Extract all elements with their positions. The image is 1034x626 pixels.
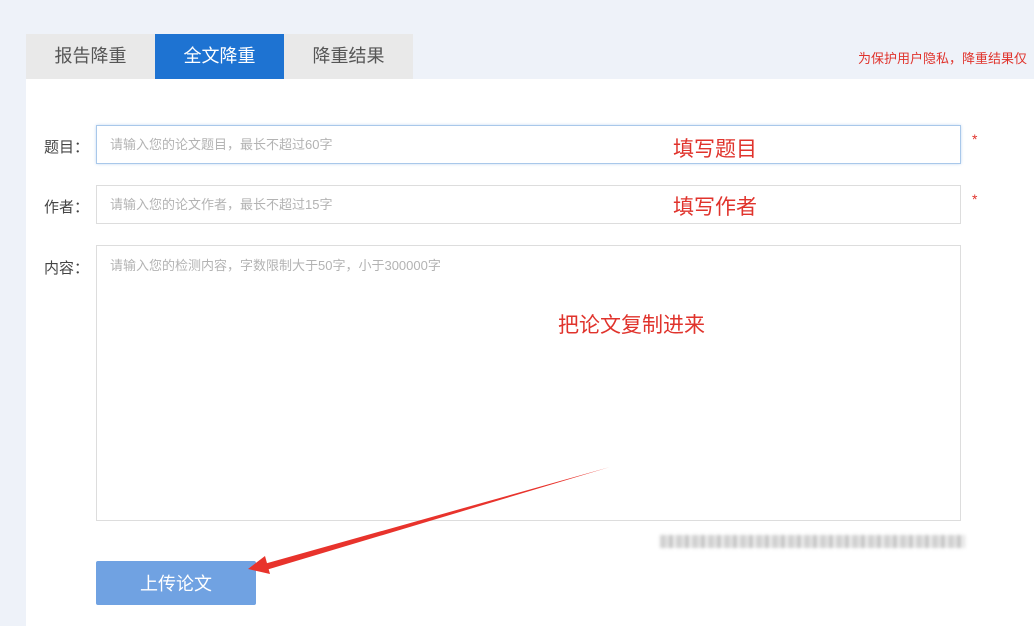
- form-panel: 题目： * 作者： * 内容： 上传论文: [26, 79, 1034, 626]
- privacy-note: 为保护用户隐私，降重结果仅: [858, 51, 1028, 66]
- tab-bar: 报告降重 全文降重 降重结果: [26, 34, 413, 79]
- title-required-mark: *: [972, 131, 978, 147]
- tab-dedup-results[interactable]: 降重结果: [284, 34, 413, 79]
- tab-fulltext-dedup[interactable]: 全文降重: [155, 34, 284, 79]
- title-input[interactable]: [96, 125, 961, 164]
- content-textarea[interactable]: [96, 245, 961, 521]
- blurred-word-count: [660, 535, 965, 548]
- content-label: 内容：: [44, 260, 90, 277]
- title-label: 题目：: [44, 139, 90, 156]
- author-label: 作者：: [44, 199, 90, 216]
- tab-report-dedup[interactable]: 报告降重: [26, 34, 155, 79]
- author-required-mark: *: [972, 191, 978, 207]
- author-input[interactable]: [96, 185, 961, 224]
- upload-paper-button[interactable]: 上传论文: [96, 561, 256, 605]
